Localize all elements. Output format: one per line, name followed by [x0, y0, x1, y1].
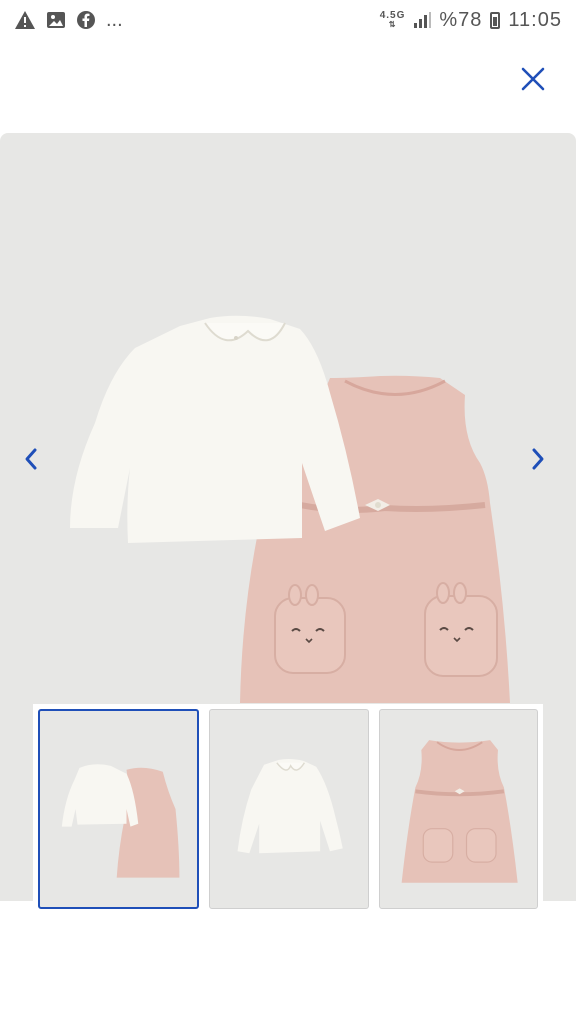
more-notifications: ... [106, 8, 123, 31]
notification-icons: ... [14, 9, 123, 32]
system-status: 4.5G ⇅ %78 11:05 [380, 9, 562, 32]
battery-icon [490, 11, 501, 29]
status-bar: ... 4.5G ⇅ %78 11:05 [0, 0, 576, 40]
data-arrows-icon: ⇅ [388, 20, 397, 29]
next-image-button[interactable] [523, 437, 553, 481]
battery-percent: %78 [439, 8, 483, 31]
facebook-icon [77, 11, 95, 29]
thumbnail-1-image [61, 764, 180, 878]
thumbnail-3[interactable] [378, 709, 538, 909]
close-icon [521, 67, 545, 91]
thumbnail-1[interactable] [38, 709, 200, 909]
network-type: 4.5G [379, 10, 406, 21]
thumbnail-2[interactable] [209, 709, 369, 909]
network-indicator: 4.5G ⇅ [379, 10, 406, 30]
previous-image-button[interactable] [16, 437, 46, 481]
thumbnail-2-image [237, 759, 344, 854]
chevron-left-icon [25, 448, 37, 470]
clock: 11:05 [508, 8, 562, 31]
image-icon [47, 12, 65, 28]
thumbnail-3-image [401, 740, 518, 883]
signal-icon [414, 12, 432, 28]
close-button[interactable] [516, 62, 550, 96]
alert-icon [15, 11, 35, 29]
chevron-right-icon [532, 448, 544, 470]
thumbnail-strip [33, 704, 543, 914]
